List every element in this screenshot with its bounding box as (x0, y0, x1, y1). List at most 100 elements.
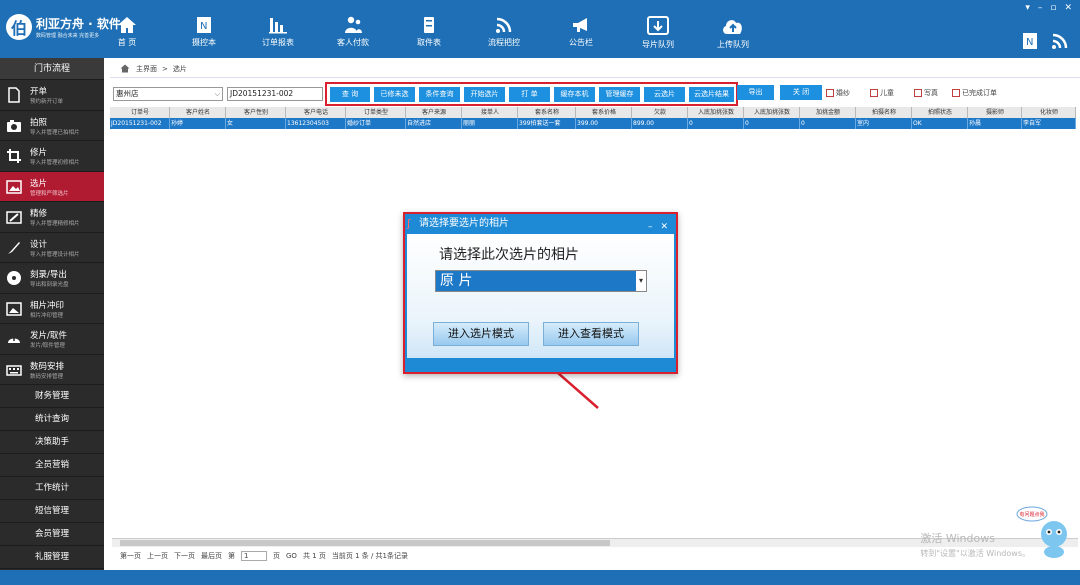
nav-order-report[interactable]: 订单报表 (248, 16, 308, 48)
cabinet-icon (424, 17, 434, 33)
nav-customer-payment[interactable]: 客人付款 (323, 16, 383, 48)
nav-process-control[interactable]: 流程把控 (474, 16, 534, 48)
enter-view-mode-button[interactable]: 进入查看模式 (543, 322, 639, 346)
column-header[interactable]: 订单类型 (346, 107, 406, 118)
window-menu-button[interactable]: ▾ (1025, 3, 1030, 13)
sidebar-item-print[interactable]: 相片冲印 相片冲印管理 (0, 294, 104, 324)
sidebar-item-burn-export[interactable]: 刻录/导出 导出和刻录光盘 (0, 263, 104, 294)
prev-page-link[interactable]: 上一页 (147, 551, 168, 561)
sidebar: 门市流程 开单 预约新开订单 拍照 导入并管理已拍相片 修片 导入并管理初修相片… (0, 58, 104, 570)
dialog-title-bar[interactable]: ʃ 请选择要选片的相片 – ✕ (405, 214, 676, 234)
conditional-query-button[interactable]: 条件查询 (419, 87, 460, 102)
retouched-unselected-button[interactable]: 已修未选 (374, 87, 415, 102)
manage-cache-button[interactable]: 管理缓存 (599, 87, 640, 102)
checkbox-completed-orders[interactable]: 已完成订单 (952, 88, 997, 98)
nav-upload-queue[interactable]: 上传队列 (703, 16, 763, 50)
go-button[interactable]: GO (286, 552, 297, 560)
column-header[interactable]: 订单号 (110, 107, 170, 118)
first-page-link[interactable]: 第一页 (120, 551, 141, 561)
print-icon (6, 301, 22, 316)
column-header[interactable]: 拍摄名称 (856, 107, 912, 118)
select-photos-dialog: ʃ 请选择要选片的相片 – ✕ 请选择此次选片的相片 原 片 ▾ 进入选片模式 … (403, 212, 678, 374)
column-header[interactable]: 摄影师 (968, 107, 1022, 118)
sidebar-item-digital-arrange[interactable]: 数码安排 数码安排管理 (0, 355, 104, 385)
swirl-icon: ʃ (407, 217, 411, 230)
table-cell: 孙晨 (968, 118, 1022, 129)
checkbox-children[interactable]: 儿童 (870, 88, 894, 98)
scrollbar-thumb[interactable] (120, 540, 610, 546)
close-button[interactable]: 关 闭 (780, 85, 822, 100)
page-number-input[interactable]: 1 (241, 551, 267, 561)
window-restore-button[interactable]: ▫ (1050, 3, 1056, 13)
query-button[interactable]: 查 询 (330, 87, 370, 102)
nav-notebook[interactable]: N 摄控本 (174, 16, 234, 48)
sidebar-item-design[interactable]: 设计 导入并管理设计相片 (0, 233, 104, 263)
cloud-selection-button[interactable]: 云选片 (644, 87, 685, 102)
enter-selection-mode-button[interactable]: 进入选片模式 (433, 322, 529, 346)
last-page-link[interactable]: 最后页 (201, 551, 222, 561)
sidebar-item-select-photos[interactable]: 选片 管理和严筛选片 (0, 171, 104, 202)
sidebar-item-photo[interactable]: 拍照 导入并管理已拍相片 (0, 111, 104, 141)
sidebar-item-marketing[interactable]: 全员营销 (0, 454, 104, 477)
breadcrumb-current: 选片 (172, 64, 187, 73)
order-number-input[interactable]: JD20151231-002 (227, 87, 323, 101)
checkbox-wedding[interactable]: 婚纱 (826, 88, 850, 98)
column-header[interactable]: 入底加挑张数 (744, 107, 800, 118)
bar-chart-icon (269, 18, 287, 34)
help-mascot[interactable]: 有问题点我 (1016, 504, 1072, 560)
camera-icon (7, 119, 21, 132)
sidebar-item-decision-assistant[interactable]: 决策助手 (0, 431, 104, 454)
store-select[interactable]: 惠州店 ⌵ (113, 87, 223, 101)
table-cell: 0 (744, 118, 800, 129)
sidebar-item-members[interactable]: 会员管理 (0, 523, 104, 546)
column-header[interactable]: 加挑金额 (800, 107, 856, 118)
table-cell: 李自军 (1022, 118, 1076, 129)
sidebar-item-work-stats[interactable]: 工作统计 (0, 477, 104, 500)
table-row[interactable]: JD20151231-002 孙婷 女 13612304503 婚纱订单 自然进… (110, 118, 1076, 129)
column-header[interactable]: 客户姓名 (170, 107, 226, 118)
column-header[interactable]: 欠款 (632, 107, 688, 118)
nav-export-queue[interactable]: 导片队列 (628, 16, 688, 50)
window-minimize-button[interactable]: – (1038, 3, 1043, 13)
sidebar-item-sms[interactable]: 短信管理 (0, 500, 104, 523)
people-icon (345, 16, 362, 33)
sidebar-item-open-order[interactable]: 开单 预约新开订单 (0, 80, 104, 111)
export-button[interactable]: 导出 (737, 85, 774, 100)
sidebar-item-retouch[interactable]: 精修 导入并管理精修相片 (0, 202, 104, 233)
column-header[interactable]: 客户性别 (226, 107, 286, 118)
record-info: 当前页 1 条 / 共1条记录 (331, 552, 409, 560)
column-header[interactable]: 化妆师 (1022, 107, 1076, 118)
home-icon (118, 17, 136, 33)
sidebar-item-delivery[interactable]: 发片/取件 发片/取件管理 (0, 324, 104, 355)
cloud-selection-result-button[interactable]: 云选片结果 (689, 87, 734, 102)
sidebar-item-statistics[interactable]: 统计查询 (0, 408, 104, 431)
table-cell: 399.00 (576, 118, 632, 129)
print-order-button[interactable]: 打 单 (509, 87, 550, 102)
cache-local-button[interactable]: 缓存本机 (554, 87, 595, 102)
table-header: 订单号 客户姓名 客户性别 客户电话 订单类型 客户来源 接单人 套系名称 套系… (110, 107, 1076, 118)
next-page-link[interactable]: 下一页 (174, 551, 195, 561)
window-close-button[interactable]: ✕ (1064, 3, 1072, 13)
nav-bulletin[interactable]: 公告栏 (551, 16, 611, 48)
nav-pickup[interactable]: 取件表 (399, 16, 459, 48)
column-header[interactable]: 套系名称 (518, 107, 576, 118)
sidebar-item-trim[interactable]: 修片 导入并管理初修相片 (0, 141, 104, 172)
photo-type-select[interactable]: 原 片 ▾ (435, 270, 647, 292)
column-header[interactable]: 套系价格 (576, 107, 632, 118)
column-header[interactable]: 接单人 (462, 107, 518, 118)
column-header[interactable]: 客户电话 (286, 107, 346, 118)
table-cell: 0 (688, 118, 744, 129)
breadcrumb-home[interactable]: 主界面 (136, 64, 157, 74)
window-controls: ▾ – ▫ ✕ (1025, 3, 1072, 13)
sidebar-item-gowns[interactable]: 礼服管理 (0, 546, 104, 569)
column-header[interactable]: 入底加挑张数 (688, 107, 744, 118)
checkbox-portrait[interactable]: 写真 (914, 88, 938, 98)
start-selection-button[interactable]: 开始选片 (464, 87, 505, 102)
notebook-icon[interactable]: N (1020, 32, 1040, 50)
signal-icon[interactable] (1050, 32, 1070, 50)
chevron-down-icon: ▾ (636, 271, 646, 291)
sidebar-item-finance[interactable]: 财务管理 (0, 385, 104, 408)
nav-home[interactable]: 首 页 (97, 16, 157, 48)
column-header[interactable]: 拍照状态 (912, 107, 968, 118)
column-header[interactable]: 客户来源 (406, 107, 462, 118)
